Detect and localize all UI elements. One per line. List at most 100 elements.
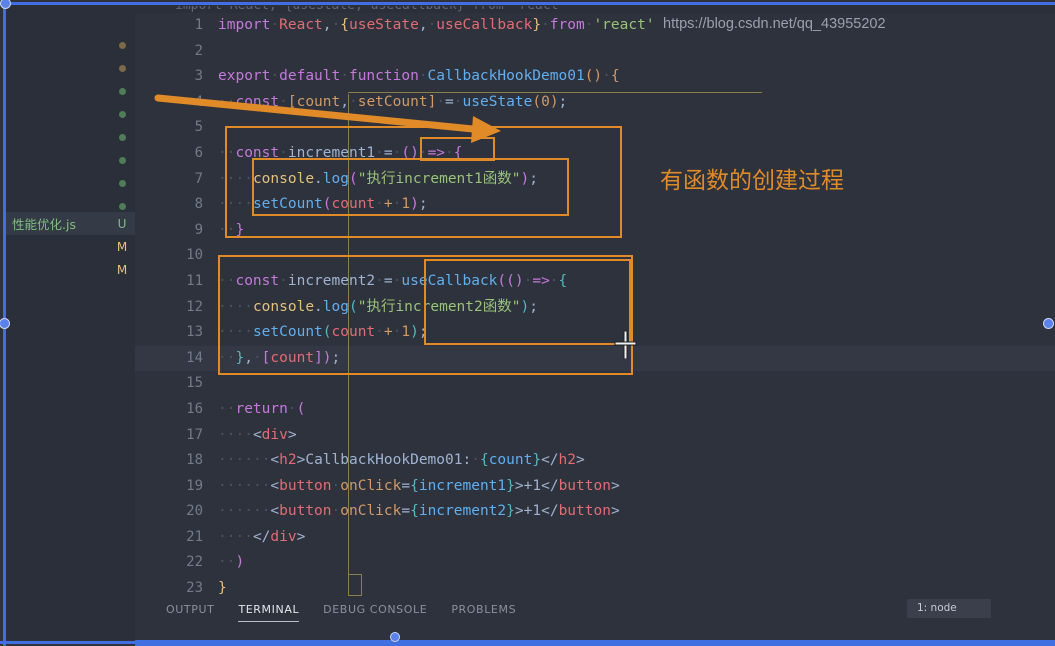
code-token: function	[348, 68, 419, 85]
code-token: useCallback	[401, 272, 498, 289]
code-token: ··	[218, 452, 236, 469]
selection-handle-middle-right[interactable]	[1043, 318, 1054, 329]
code-token: >	[296, 528, 306, 545]
code-line[interactable]: 19 ······<button·onClick={increment1}>+1<…	[135, 474, 1055, 500]
code-line[interactable]: 16 ··return·(	[135, 397, 1055, 423]
code-line[interactable]: 23}	[135, 576, 1055, 597]
code-line[interactable]: 1 import·React,·{useState,·useCallback}·f…	[135, 13, 1055, 39]
code-line[interactable]: 20 ······<button·onClick={increment2}>+1<…	[135, 499, 1055, 525]
code-line[interactable]: 12 ····console.log("执行increment2函数");	[135, 295, 1055, 321]
panel-tab-terminal[interactable]: TERMINAL	[238, 603, 300, 622]
code-token: +1	[523, 503, 542, 520]
code-line[interactable]: 8 ····setCount(count·+·1);	[135, 192, 1055, 218]
code-line[interactable]: 2	[135, 39, 1055, 65]
panel-tab-bar[interactable]: OUTPUT TERMINAL DEBUG CONSOLE PROBLEMS	[166, 603, 516, 622]
line-content: ··const·increment2·=·useCallback(()·=>·{	[218, 269, 567, 295]
code-token: ,	[322, 17, 332, 33]
code-token: ()	[401, 144, 419, 161]
code-token: count	[331, 324, 376, 341]
code-token: ··	[235, 528, 253, 545]
explorer-status-row[interactable]	[6, 80, 135, 103]
code-line[interactable]: 21 ····</div>	[135, 525, 1055, 551]
code-token: {	[479, 452, 489, 469]
code-token: ··	[252, 477, 271, 494]
code-token: ;	[529, 298, 538, 315]
explorer-file-row[interactable]: M	[6, 258, 135, 281]
explorer-file-row[interactable]: 性能优化.js U	[6, 212, 135, 235]
explorer-status-row[interactable]	[6, 103, 135, 126]
code-token: )	[322, 349, 332, 366]
code-token: button	[558, 503, 611, 520]
code-lines[interactable]: 1 import·React,·{useState,·useCallback}·f…	[135, 13, 1055, 597]
code-line[interactable]: 17 ····<div>	[135, 423, 1055, 449]
code-token: ··	[235, 503, 253, 520]
code-token: return	[235, 400, 288, 417]
code-token: (	[348, 298, 358, 315]
code-token: {	[610, 68, 620, 85]
code-token: )	[410, 196, 419, 213]
code-line[interactable]: 5	[135, 115, 1055, 141]
code-token: <	[270, 503, 280, 520]
explorer-sidebar: 性能优化.js U M M	[6, 6, 135, 640]
line-number: 4	[194, 93, 203, 110]
code-token: ·	[287, 400, 297, 417]
code-line[interactable]: 9 ··}	[135, 218, 1055, 244]
code-token: ··	[218, 93, 236, 110]
code-line[interactable]: 6 ··const·increment1·=·()·=>·{	[135, 141, 1055, 167]
code-line[interactable]: 3 export·default·function·CallbackHookDem…	[135, 64, 1055, 90]
code-token: +	[383, 196, 393, 213]
code-line[interactable]: 7 ····console.log("执行increment1函数");	[135, 167, 1055, 193]
code-token: ··	[235, 477, 253, 494]
panel-tab-debug-console[interactable]: DEBUG CONSOLE	[323, 603, 427, 621]
code-token: log	[322, 170, 349, 187]
code-token: ]	[314, 349, 323, 366]
git-status-dot	[109, 180, 135, 187]
code-token: )	[410, 324, 419, 341]
code-token: ·	[602, 68, 611, 85]
code-line[interactable]: 11 ··const·increment2·=·useCallback(()·=>…	[135, 269, 1055, 295]
code-token: ··	[235, 170, 253, 187]
panel-tab-problems[interactable]: PROBLEMS	[451, 603, 516, 621]
explorer-file-row[interactable]: M	[6, 235, 135, 258]
code-token: ·	[375, 272, 384, 289]
bottom-panel[interactable]: OUTPUT TERMINAL DEBUG CONSOLE PROBLEMS 1: n…	[135, 597, 1055, 646]
explorer-status-row[interactable]	[6, 126, 135, 149]
code-token: const	[235, 272, 280, 289]
code-line[interactable]: 15	[135, 371, 1055, 397]
selection-border-bottom[interactable]	[0, 641, 1055, 644]
explorer-status-row[interactable]	[6, 34, 135, 57]
explorer-status-row[interactable]	[6, 149, 135, 172]
selection-border-top[interactable]	[0, 2, 1055, 5]
code-token: increment1	[287, 144, 376, 161]
code-token: ]	[427, 93, 437, 110]
code-token: h2	[558, 452, 577, 469]
panel-tab-output[interactable]: OUTPUT	[166, 603, 214, 621]
code-line[interactable]: 13 ····setCount(count·+·1);	[135, 320, 1055, 346]
selection-handle-bottom-center[interactable]	[390, 632, 400, 642]
code-token: ··	[218, 503, 236, 520]
code-token: </	[541, 503, 559, 520]
line-number: 21	[186, 528, 203, 545]
code-token: 1	[401, 324, 411, 341]
explorer-status-row[interactable]	[6, 172, 135, 195]
line-content: ····</div>	[218, 525, 305, 551]
code-token: =	[445, 93, 454, 110]
terminal-instance-select[interactable]: 1: node	[907, 599, 991, 618]
code-token: ··	[218, 426, 236, 443]
code-line[interactable]: 10	[135, 243, 1055, 269]
code-token: button	[558, 477, 611, 494]
code-token: ··	[218, 272, 236, 289]
code-token: ··	[218, 349, 236, 366]
code-line[interactable]: 14 ··},·[count]);	[135, 345, 1055, 372]
code-token: .	[314, 170, 323, 187]
line-number: 18	[186, 452, 203, 469]
code-token: increment2	[418, 503, 507, 520]
code-line[interactable]: 22 ··)	[135, 550, 1055, 576]
code-token: ··	[218, 170, 236, 187]
explorer-status-row[interactable]	[6, 57, 135, 80]
code-token: }	[235, 349, 245, 366]
code-editor[interactable]: import React, {useState, useCallback} fr…	[135, 6, 1055, 597]
code-token: )	[520, 170, 530, 187]
line-number: 1	[194, 17, 203, 33]
code-line[interactable]: 18 ······<h2>CallbackHookDemo01:·{count}<…	[135, 448, 1055, 474]
